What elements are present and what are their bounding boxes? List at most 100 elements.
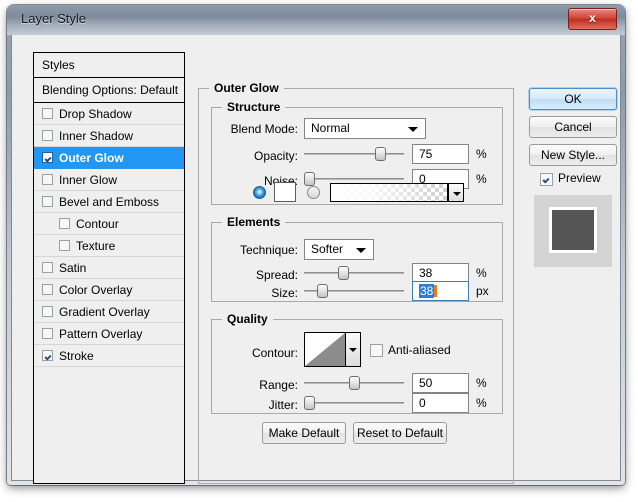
blend-mode-label: Blend Mode: bbox=[230, 122, 298, 136]
jitter-label: Jitter: bbox=[268, 398, 298, 412]
jitter-input[interactable]: 0 bbox=[412, 393, 469, 413]
effect-label: Outer Glow bbox=[59, 151, 124, 165]
contour-label: Contour: bbox=[251, 346, 298, 360]
make-default-button[interactable]: Make Default bbox=[262, 422, 346, 444]
noise-slider-thumb[interactable] bbox=[304, 172, 315, 186]
effect-label: Inner Shadow bbox=[59, 129, 134, 143]
cancel-button[interactable]: Cancel bbox=[529, 116, 617, 138]
range-input[interactable]: 50 bbox=[412, 373, 469, 393]
outer-glow-title: Outer Glow bbox=[209, 81, 284, 95]
opacity-unit: % bbox=[476, 147, 487, 161]
effect-item-color-overlay[interactable]: Color Overlay bbox=[34, 279, 184, 301]
range-slider-thumb[interactable] bbox=[349, 376, 360, 390]
effect-item-inner-shadow[interactable]: Inner Shadow bbox=[34, 125, 184, 147]
effect-checkbox[interactable] bbox=[42, 196, 53, 207]
new-style-button[interactable]: New Style... bbox=[529, 144, 617, 166]
spread-slider-thumb[interactable] bbox=[338, 266, 349, 280]
technique-select[interactable]: Softer bbox=[304, 239, 374, 260]
effect-checkbox[interactable] bbox=[42, 174, 53, 185]
blending-options-item[interactable]: Blending Options: Default bbox=[34, 78, 184, 103]
size-slider[interactable] bbox=[304, 284, 404, 298]
noise-slider-track bbox=[304, 178, 404, 180]
chevron-down-icon bbox=[408, 127, 418, 132]
anti-aliased-label: Anti-aliased bbox=[388, 343, 451, 357]
structure-group: Structure Blend Mode: Normal Opacity: 75… bbox=[211, 100, 503, 205]
elements-group: Elements Technique: Softer Spread: 38 % … bbox=[211, 215, 503, 302]
anti-aliased-checkbox[interactable] bbox=[370, 344, 383, 357]
text-caret bbox=[434, 285, 438, 297]
reset-to-default-button[interactable]: Reset to Default bbox=[353, 422, 447, 444]
effect-checkbox[interactable] bbox=[42, 152, 53, 163]
opacity-slider[interactable] bbox=[304, 147, 404, 161]
title-bar[interactable]: Layer Style x bbox=[7, 5, 625, 35]
size-unit: px bbox=[476, 284, 489, 298]
range-label: Range: bbox=[259, 378, 298, 392]
chevron-down-icon bbox=[356, 248, 366, 253]
structure-title: Structure bbox=[222, 100, 286, 114]
effect-label: Texture bbox=[76, 239, 116, 253]
size-input[interactable]: 38 bbox=[412, 281, 469, 301]
effect-item-gradient-overlay[interactable]: Gradient Overlay bbox=[34, 301, 184, 323]
effect-label: Gradient Overlay bbox=[59, 305, 150, 319]
effect-checkbox[interactable] bbox=[42, 350, 53, 361]
quality-title: Quality bbox=[222, 312, 273, 326]
effect-item-bevel-and-emboss[interactable]: Bevel and Emboss bbox=[34, 191, 184, 213]
gradient-dropdown-arrow[interactable] bbox=[448, 183, 464, 202]
jitter-slider-thumb[interactable] bbox=[304, 396, 315, 410]
quality-group: Quality Contour: Anti-aliased Range: 50 … bbox=[211, 312, 503, 414]
effect-checkbox[interactable] bbox=[59, 240, 70, 251]
effect-checkbox[interactable] bbox=[42, 306, 53, 317]
gradient-preview[interactable] bbox=[330, 183, 448, 202]
gradient-radio[interactable] bbox=[307, 186, 320, 199]
effect-checkbox[interactable] bbox=[42, 130, 53, 141]
blend-mode-value: Normal bbox=[311, 121, 350, 135]
effect-item-outer-glow[interactable]: Outer Glow bbox=[34, 147, 184, 169]
jitter-unit: % bbox=[476, 396, 487, 410]
close-icon: x bbox=[589, 11, 596, 25]
effect-item-drop-shadow[interactable]: Drop Shadow bbox=[34, 103, 184, 125]
effect-item-texture[interactable]: Texture bbox=[34, 235, 184, 257]
color-radio[interactable] bbox=[253, 186, 266, 199]
range-slider[interactable] bbox=[304, 376, 404, 390]
glow-color-swatch[interactable] bbox=[274, 182, 296, 202]
effect-item-inner-glow[interactable]: Inner Glow bbox=[34, 169, 184, 191]
styles-list-header[interactable]: Styles bbox=[34, 53, 184, 78]
effect-label: Satin bbox=[59, 261, 87, 275]
blend-mode-select[interactable]: Normal bbox=[304, 118, 426, 139]
effect-checkbox[interactable] bbox=[59, 218, 70, 229]
opacity-input[interactable]: 75 bbox=[412, 144, 469, 164]
effect-item-pattern-overlay[interactable]: Pattern Overlay bbox=[34, 323, 184, 345]
size-input-selected-text: 38 bbox=[419, 284, 435, 298]
effect-item-stroke[interactable]: Stroke bbox=[34, 345, 184, 367]
size-slider-thumb[interactable] bbox=[317, 284, 328, 298]
preview-label: Preview bbox=[558, 171, 601, 185]
noise-unit: % bbox=[476, 172, 487, 186]
size-label: Size: bbox=[271, 286, 298, 300]
effect-item-satin[interactable]: Satin bbox=[34, 257, 184, 279]
effect-label: Pattern Overlay bbox=[59, 327, 143, 341]
technique-label: Technique: bbox=[239, 243, 298, 257]
opacity-label: Opacity: bbox=[253, 149, 298, 163]
contour-dropdown-arrow[interactable] bbox=[346, 332, 361, 367]
effect-label: Contour bbox=[76, 217, 119, 231]
effect-checkbox[interactable] bbox=[42, 108, 53, 119]
preview-checkbox[interactable] bbox=[540, 173, 553, 186]
effect-label: Inner Glow bbox=[59, 173, 118, 187]
spread-input[interactable]: 38 bbox=[412, 263, 469, 283]
spread-slider[interactable] bbox=[304, 266, 404, 280]
effect-item-contour[interactable]: Contour bbox=[34, 213, 184, 235]
desktop-background: Layer Style x Styles Blending Options: D… bbox=[0, 0, 638, 502]
technique-value: Softer bbox=[311, 242, 344, 256]
effect-checkbox[interactable] bbox=[42, 284, 53, 295]
effect-checkbox[interactable] bbox=[42, 262, 53, 273]
layer-style-dialog: Layer Style x Styles Blending Options: D… bbox=[7, 5, 625, 485]
opacity-slider-thumb[interactable] bbox=[375, 147, 386, 161]
effects-list: Drop Shadow Inner Shadow Outer Glow Inner G… bbox=[34, 103, 184, 367]
contour-preview[interactable] bbox=[304, 332, 346, 367]
effect-checkbox[interactable] bbox=[42, 328, 53, 339]
effect-label: Stroke bbox=[59, 349, 94, 363]
ok-button[interactable]: OK bbox=[529, 88, 617, 110]
jitter-slider[interactable] bbox=[304, 396, 404, 410]
range-unit: % bbox=[476, 376, 487, 390]
close-button[interactable]: x bbox=[568, 8, 617, 30]
